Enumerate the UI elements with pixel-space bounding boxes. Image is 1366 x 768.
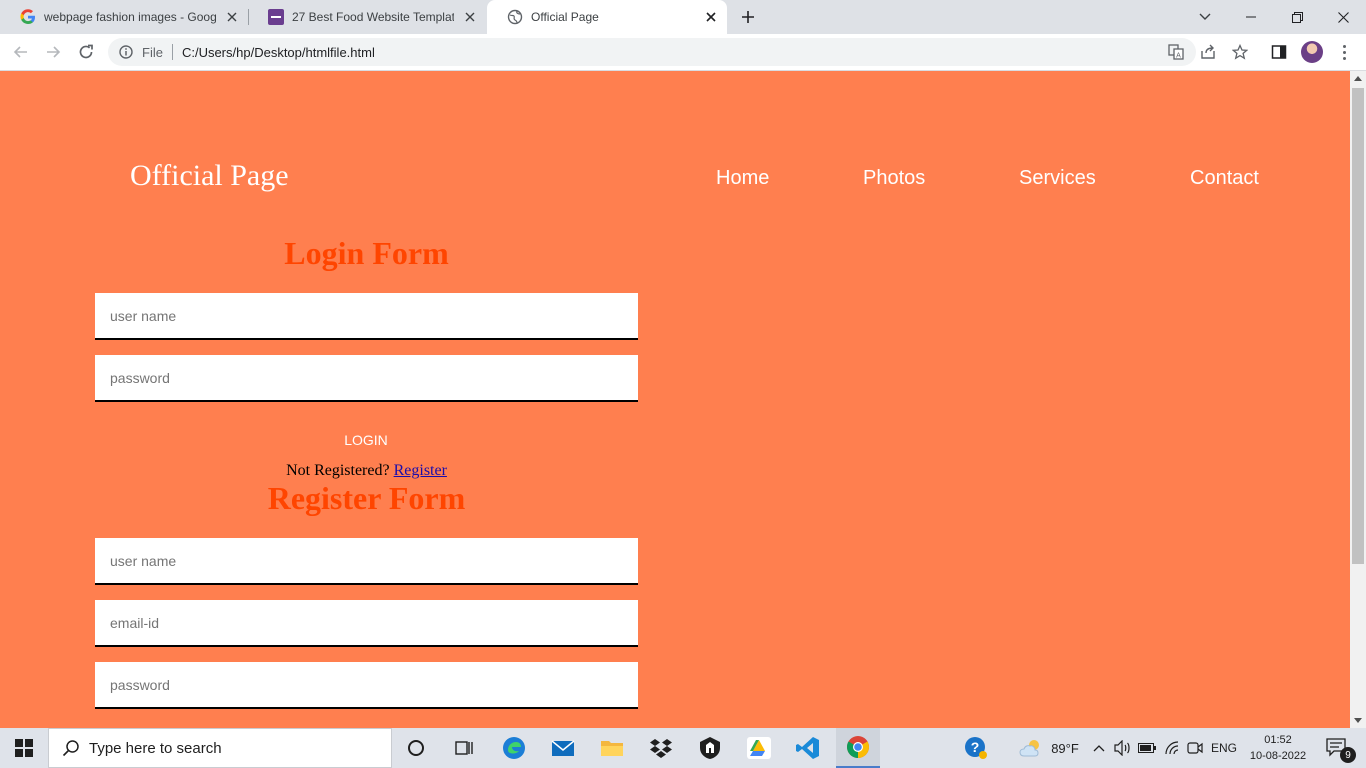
- google-drive-icon[interactable]: [739, 728, 779, 768]
- not-registered-text: Not Registered? Register: [95, 462, 638, 480]
- share-icon[interactable]: [1196, 40, 1220, 64]
- kebab-menu-icon[interactable]: [1336, 40, 1352, 64]
- scroll-down-arrow-icon[interactable]: [1354, 718, 1362, 723]
- notifications-button[interactable]: 9: [1318, 728, 1358, 768]
- login-password-input[interactable]: [95, 355, 638, 402]
- scheme-label: File: [142, 44, 163, 60]
- reload-icon: [79, 44, 93, 59]
- brand-title: Official Page: [130, 159, 289, 192]
- nav-photos-link[interactable]: Photos: [863, 167, 925, 190]
- chevron-down-icon: [1199, 13, 1211, 20]
- nav-contact-link[interactable]: Contact: [1190, 167, 1259, 190]
- google-icon: [20, 9, 36, 25]
- translate-icon[interactable]: A: [1164, 40, 1188, 64]
- svg-text:A: A: [1176, 53, 1181, 60]
- plus-icon: [742, 11, 754, 23]
- chevron-up-icon[interactable]: [1089, 728, 1109, 768]
- vscode-icon[interactable]: [788, 728, 828, 768]
- colorlib-icon: [268, 9, 284, 25]
- bookmark-star-icon[interactable]: [1228, 40, 1252, 64]
- arrow-right-icon: [47, 46, 61, 58]
- register-form-title: Register Form: [267, 480, 466, 516]
- weather-widget[interactable]: 89°F: [1014, 728, 1084, 768]
- close-icon: [1337, 11, 1349, 23]
- window-close-button[interactable]: [1320, 0, 1366, 34]
- browser-toolbar: File C:/Users/hp/Desktop/htmlfile.html A: [0, 34, 1366, 71]
- search-icon: [61, 738, 81, 758]
- battery-icon[interactable]: [1136, 728, 1158, 768]
- tab-title: Official Page: [531, 10, 599, 24]
- close-icon[interactable]: [224, 9, 240, 25]
- notification-badge: 9: [1340, 747, 1356, 763]
- page-scrollbar[interactable]: [1350, 71, 1366, 728]
- close-icon[interactable]: [703, 9, 719, 25]
- help-icon[interactable]: ?: [958, 728, 994, 768]
- register-username-input[interactable]: [95, 538, 638, 585]
- mail-icon[interactable]: [543, 728, 583, 768]
- wifi-icon[interactable]: [1160, 728, 1184, 768]
- task-view-icon[interactable]: [444, 728, 484, 768]
- tab-official-page[interactable]: Official Page: [487, 0, 727, 34]
- browser-tab-strip: webpage fashion images - Googl 27 Best F…: [0, 0, 1366, 34]
- page-viewport: Official Page Home Photos Services Conta…: [0, 71, 1350, 728]
- tab-title: 27 Best Food Website Templates: [292, 10, 454, 24]
- close-icon[interactable]: [462, 9, 478, 25]
- clock-date: 10-08-2022: [1249, 750, 1307, 762]
- reload-button[interactable]: [74, 40, 98, 64]
- minimize-button[interactable]: [1228, 0, 1274, 34]
- taskbar-search-box[interactable]: Type here to search: [48, 728, 392, 768]
- minimize-icon: [1246, 16, 1256, 18]
- not-registered-label: Not Registered?: [286, 462, 390, 479]
- tab-google-search[interactable]: webpage fashion images - Googl: [0, 0, 248, 34]
- scrollbar-thumb[interactable]: [1352, 88, 1364, 564]
- restore-icon: [1291, 11, 1303, 23]
- windows-taskbar: Type here to search ? 89°F ENG 01:52 10-…: [0, 728, 1366, 768]
- meet-now-icon[interactable]: [1184, 728, 1206, 768]
- volume-icon[interactable]: [1112, 728, 1134, 768]
- dropbox-icon[interactable]: [641, 728, 681, 768]
- login-button[interactable]: LOGIN: [316, 427, 416, 453]
- tab-search-button[interactable]: [1182, 0, 1228, 34]
- restore-button[interactable]: [1274, 0, 1320, 34]
- forward-button[interactable]: [41, 40, 65, 64]
- start-button[interactable]: [0, 728, 48, 768]
- search-placeholder: Type here to search: [89, 739, 222, 757]
- back-button[interactable]: [9, 40, 33, 64]
- login-username-input[interactable]: [95, 293, 638, 340]
- profile-avatar[interactable]: [1301, 41, 1323, 63]
- new-tab-button[interactable]: [736, 5, 760, 29]
- side-panel-icon[interactable]: [1267, 40, 1291, 64]
- shield-app-icon[interactable]: [690, 728, 730, 768]
- separator: [171, 44, 173, 60]
- login-form-title: Login Form: [284, 235, 449, 271]
- chrome-taskbar-icon[interactable]: [836, 728, 880, 768]
- edge-icon[interactable]: [494, 728, 534, 768]
- register-email-input[interactable]: [95, 600, 638, 647]
- tab-food-templates[interactable]: 27 Best Food Website Templates: [248, 0, 486, 34]
- cortana-icon[interactable]: [396, 728, 436, 768]
- globe-icon: [507, 9, 523, 25]
- language-label: ENG: [1210, 741, 1237, 755]
- weather-temp: 89°F: [1051, 740, 1079, 756]
- clock-time: 01:52: [1264, 734, 1292, 746]
- arrow-left-icon: [13, 46, 27, 58]
- svg-text:?: ?: [971, 739, 980, 755]
- register-link[interactable]: Register: [394, 462, 447, 479]
- taskbar-clock[interactable]: 01:52 10-08-2022: [1246, 732, 1310, 764]
- info-icon[interactable]: [118, 44, 134, 60]
- windows-logo-icon: [15, 739, 33, 757]
- url-text[interactable]: C:/Users/hp/Desktop/htmlfile.html: [182, 45, 375, 60]
- nav-home-link[interactable]: Home: [716, 167, 769, 190]
- register-password-input[interactable]: [95, 662, 638, 709]
- scroll-up-arrow-icon[interactable]: [1354, 76, 1362, 81]
- language-indicator[interactable]: ENG: [1208, 728, 1240, 768]
- nav-services-link[interactable]: Services: [1019, 167, 1096, 190]
- address-bar[interactable]: File C:/Users/hp/Desktop/htmlfile.html: [108, 38, 1196, 66]
- tab-title: webpage fashion images - Googl: [44, 10, 216, 24]
- file-explorer-icon[interactable]: [592, 728, 632, 768]
- cloud-sun-icon: [1019, 740, 1040, 757]
